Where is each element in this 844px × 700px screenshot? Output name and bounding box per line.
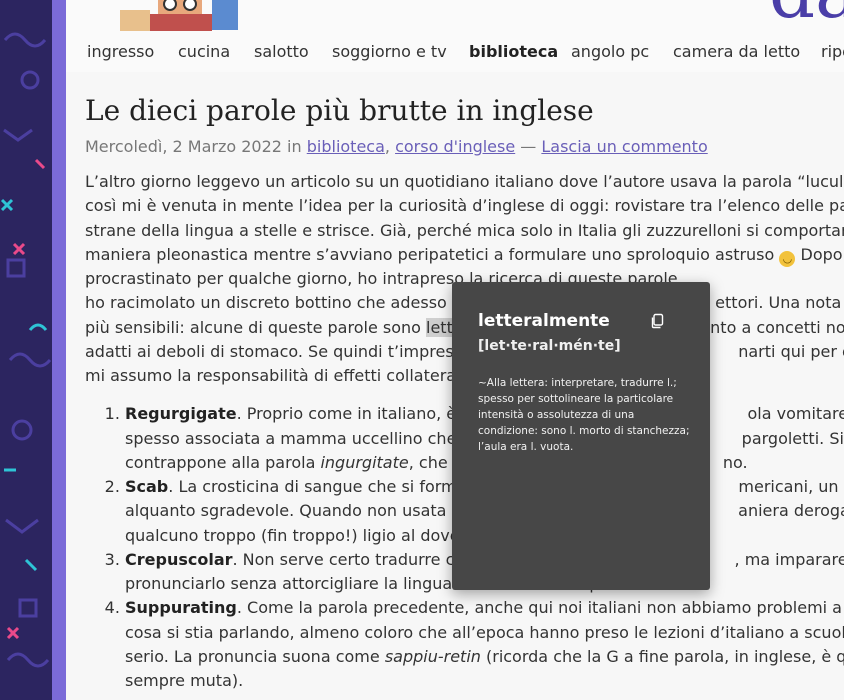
cartoon-character-icon [120, 0, 238, 31]
list-text: serio. La pronuncia suona come [125, 646, 385, 666]
list-text: . Proprio come in italiano, è un [236, 404, 482, 424]
list-item: Suppurating. Come la parola precedente, … [125, 596, 844, 693]
post-meta: Mercoledì, 2 Marzo 2022 in biblioteca, c… [85, 136, 844, 158]
nav-item-salotto[interactable]: salotto [254, 42, 309, 61]
list-text: ingurgitate [320, 452, 409, 472]
copy-icon-graphic [651, 313, 664, 329]
nav-item-camera-da-letto[interactable]: camera da letto [673, 42, 800, 61]
dictionary-popup: letteralmente [let·te·ral·mén·te] ~Alla … [452, 282, 710, 590]
site-logo-text[interactable]: da [769, 0, 844, 28]
list-text: cosa si stia parlando, almeno coloro che… [125, 622, 844, 642]
nav-item-ingresso[interactable]: ingresso [87, 42, 154, 61]
list-text: . La crosticina di sangue che si forma [168, 477, 467, 496]
list-term: Suppurating [125, 598, 237, 618]
intro-text: ho racimolato un discreto bottino che ad… [85, 293, 472, 313]
intro-text: adatti ai deboli di stomaco. Se quindi t… [85, 341, 477, 361]
nav-item-biblioteca[interactable]: biblioteca [469, 42, 558, 61]
meta-dash: — [515, 137, 542, 156]
list-term: Scab [125, 477, 169, 496]
intro-line: maniera pleonastica mentre s’avviano per… [85, 243, 844, 267]
intro-text: più sensibili: alcune di queste parole s… [85, 317, 427, 337]
sidebar-pattern [0, 0, 66, 700]
list-text: no. [722, 452, 748, 472]
nav-item-soggiorno-e-tv[interactable]: soggiorno e tv [332, 42, 447, 61]
site-logo-illustration[interactable] [90, 0, 250, 31]
popup-phonetic: [let·te·ral·mén·te] [478, 338, 621, 354]
list-text: , ma imparare a [734, 549, 844, 569]
intro-line: L’altro giorno leggevo un articolo su un… [85, 172, 844, 191]
list-text: (ricorda che la G a fine parola, in ingl… [480, 646, 844, 666]
intro-text: ento a concetti non [695, 317, 844, 337]
list-text: ola vomitare ( [747, 404, 844, 424]
list-text: alquanto sgradevole. Quando non usata in [125, 501, 467, 521]
list-text: pargoletti. Si [741, 428, 844, 448]
list-text: mericani, un suono [738, 477, 844, 496]
list-text: . Non serve certo tradurre cos [232, 549, 473, 569]
meta-in-text: in [281, 137, 307, 156]
category-link-biblioteca[interactable]: biblioteca [307, 137, 385, 156]
decorative-sidebar [0, 0, 66, 700]
nav-item-riposo[interactable]: ripo [821, 42, 844, 61]
intro-line: strane della lingua a stelle e strisce. … [85, 220, 844, 240]
intro-text: Dopo aver [800, 244, 844, 264]
intro-line: così mi è venuta in mente l’idea per la … [85, 196, 844, 216]
nav-item-cucina[interactable]: cucina [178, 42, 230, 61]
list-text: . Come la parola precedente, anche qui n… [236, 598, 844, 618]
smile-emoji-icon: ◡ [779, 250, 796, 267]
category-link-corso-inglese[interactable]: corso d'inglese [395, 137, 515, 156]
post-title: Le dieci parole più brutte in inglese [85, 94, 594, 127]
list-text: spesso associata a mamma uccellino che p [125, 428, 472, 448]
leave-comment-link[interactable]: Lascia un commento [541, 137, 707, 156]
list-term: Regurgigate [125, 404, 237, 424]
list-text: aniera derogatoria a [738, 501, 844, 521]
popup-word: letteralmente [478, 311, 610, 331]
list-text: qualcuno troppo (fin troppo!) ligio al d… [125, 525, 467, 545]
copy-icon[interactable] [649, 313, 665, 329]
post-date: Mercoledì, 2 Marzo 2022 [85, 137, 282, 156]
intro-text: narti qui per oggi. Io [738, 341, 844, 361]
list-text: sempre muta). [125, 671, 244, 690]
nav-item-angolo-pc[interactable]: angolo pc [571, 42, 649, 61]
meta-separator: , [384, 137, 396, 156]
site-header: da [66, 0, 844, 32]
main-navigation: ingresso cucina salotto soggiorno e tv b… [66, 31, 844, 73]
popup-definition: ~Alla lettera: interpretare, tradurre l.… [478, 377, 690, 453]
intro-text: maniera pleonastica mentre s’avviano per… [85, 244, 775, 264]
list-text: contrappone alla parola [125, 452, 321, 472]
list-term: Crepuscolar [125, 549, 233, 569]
intro-text: ettori. Una nota per i [715, 293, 844, 313]
list-text: sappiu-retin [384, 646, 481, 666]
